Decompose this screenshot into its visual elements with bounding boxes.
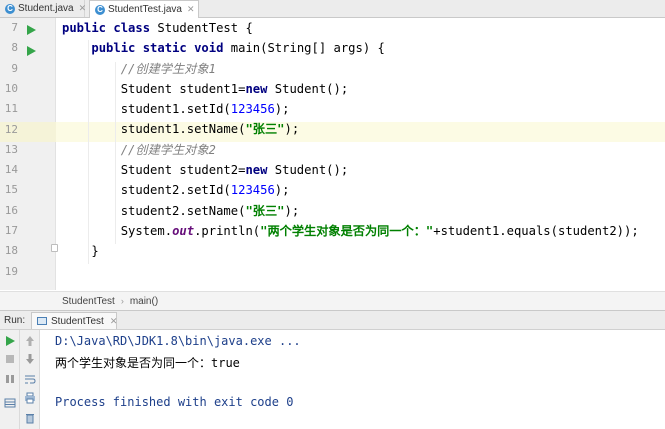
breadcrumb-method[interactable]: main() bbox=[130, 296, 158, 307]
fold-icon[interactable] bbox=[51, 244, 58, 252]
line-number: 12 bbox=[4, 122, 18, 136]
code-token: new bbox=[245, 81, 275, 96]
code-token: 123456 bbox=[230, 102, 275, 117]
run-tab-label: StudentTest bbox=[51, 315, 104, 327]
java-class-icon: C bbox=[95, 4, 105, 15]
code-token: Student student1= bbox=[62, 81, 246, 96]
java-class-icon: C bbox=[5, 3, 15, 14]
line-number: 7 bbox=[11, 21, 18, 34]
code-token: public static void bbox=[91, 41, 231, 56]
close-icon[interactable]: ✕ bbox=[187, 4, 195, 15]
line-number: 15 bbox=[4, 183, 18, 197]
code-token: ); bbox=[284, 122, 300, 137]
run-label: Run: bbox=[4, 315, 26, 326]
code-token: student2.setId( bbox=[62, 183, 231, 198]
code-line[interactable]: } bbox=[62, 241, 639, 261]
delete-icon[interactable] bbox=[24, 412, 36, 424]
breadcrumb-class[interactable]: StudentTest bbox=[62, 296, 115, 307]
layout-icon[interactable] bbox=[4, 397, 16, 409]
code-token: student1.setName( bbox=[62, 122, 246, 137]
code-token: StudentTest { bbox=[157, 21, 253, 35]
code-line[interactable]: public class StudentTest { bbox=[62, 18, 639, 38]
tab-student-java[interactable]: C Student.java ✕ bbox=[0, 0, 87, 17]
line-number: 19 bbox=[4, 264, 18, 278]
run-toolbar-primary bbox=[0, 330, 20, 429]
code-token: ); bbox=[274, 102, 290, 117]
code-token: } bbox=[62, 244, 99, 259]
code-line[interactable]: student1.setId(123456); bbox=[62, 99, 639, 119]
code-token: .println( bbox=[194, 223, 261, 238]
code-line[interactable]: System.out.println("两个学生对象是否为同一个："+stude… bbox=[62, 221, 639, 241]
line-number: 14 bbox=[4, 163, 18, 177]
line-number: 9 bbox=[11, 61, 18, 75]
code-line[interactable] bbox=[62, 262, 639, 282]
code-line[interactable]: student1.setName("张三"); bbox=[62, 119, 639, 139]
stop-icon[interactable] bbox=[4, 353, 16, 365]
code-token: Student(); bbox=[274, 81, 349, 96]
line-number: 8 bbox=[11, 41, 18, 55]
code-editor[interactable]: 7 8 9 10 11 12 13 14 15 16 17 18 19 public class Stu… bbox=[0, 18, 665, 290]
code-token: out bbox=[172, 223, 195, 238]
scroll-up-icon[interactable] bbox=[24, 335, 36, 347]
code-token: //创建学生对象2 bbox=[120, 142, 216, 157]
code-line[interactable]: //创建学生对象2 bbox=[62, 140, 639, 160]
close-icon[interactable]: ✕ bbox=[79, 3, 87, 14]
code-token: student1.setId( bbox=[62, 102, 231, 117]
code-token: "张三" bbox=[245, 203, 285, 218]
code-token: main(String[] args) { bbox=[230, 41, 385, 56]
console-icon bbox=[37, 317, 47, 325]
code-token: "两个学生对象是否为同一个：" bbox=[260, 223, 434, 238]
code-line[interactable]: public static void main(String[] args) { bbox=[62, 38, 639, 58]
soft-wrap-icon[interactable] bbox=[24, 373, 36, 385]
code-token: public class bbox=[62, 21, 158, 35]
run-tool-window-header: Run: StudentTest ✕ bbox=[0, 310, 665, 330]
code-line[interactable]: Student student1=new Student(); bbox=[62, 79, 639, 99]
console-command-line[interactable]: D:\Java\RD\JDK1.8\bin\java.exe ... bbox=[55, 334, 301, 348]
code-token: student2.setName( bbox=[62, 203, 246, 218]
code-line[interactable]: Student student2=new Student(); bbox=[62, 160, 639, 180]
run-icon[interactable] bbox=[27, 46, 36, 56]
code-token: "张三" bbox=[245, 122, 285, 137]
pause-icon[interactable] bbox=[4, 373, 16, 385]
breadcrumb: StudentTest › main() bbox=[0, 291, 665, 310]
run-toolbar-secondary bbox=[20, 330, 40, 429]
code-token: +student1.equals(student2)); bbox=[433, 223, 639, 238]
run-icon[interactable] bbox=[27, 25, 36, 35]
tab-label: StudentTest.java bbox=[108, 4, 182, 15]
console-finished-line: Process finished with exit code 0 bbox=[55, 395, 294, 409]
code-content[interactable]: public class StudentTest { public static… bbox=[62, 18, 639, 282]
run-tab[interactable]: StudentTest ✕ bbox=[31, 312, 117, 329]
code-line[interactable]: student2.setId(123456); bbox=[62, 180, 639, 200]
line-number: 10 bbox=[4, 81, 18, 95]
console-output[interactable]: D:\Java\RD\JDK1.8\bin\java.exe ... 两个学生对… bbox=[41, 330, 665, 429]
code-token: Student student2= bbox=[62, 163, 246, 178]
code-line[interactable]: student2.setName("张三"); bbox=[62, 201, 639, 221]
line-number: 11 bbox=[4, 102, 18, 116]
code-token: System. bbox=[62, 223, 173, 238]
code-token: 123456 bbox=[230, 183, 275, 198]
tab-studenttest-java[interactable]: C StudentTest.java ✕ bbox=[89, 0, 199, 18]
close-icon[interactable]: ✕ bbox=[110, 316, 118, 327]
code-token: new bbox=[245, 163, 275, 178]
print-icon[interactable] bbox=[24, 392, 36, 404]
chevron-right-icon: › bbox=[120, 296, 124, 306]
code-token: //创建学生对象1 bbox=[120, 61, 216, 76]
line-number: 13 bbox=[4, 142, 18, 156]
editor-tab-bar: C Student.java ✕ C StudentTest.java ✕ bbox=[0, 0, 665, 18]
scroll-down-icon[interactable] bbox=[24, 353, 36, 365]
code-token: ); bbox=[274, 183, 290, 198]
code-token: ); bbox=[284, 203, 300, 218]
code-token: Student(); bbox=[274, 163, 349, 178]
line-number: 17 bbox=[4, 224, 18, 237]
rerun-icon[interactable] bbox=[4, 335, 16, 347]
line-number: 18 bbox=[4, 244, 18, 258]
code-line[interactable]: //创建学生对象1 bbox=[62, 59, 639, 79]
line-number: 16 bbox=[4, 203, 18, 217]
console-output-line: 两个学生对象是否为同一个：true bbox=[55, 356, 240, 370]
tab-label: Student.java bbox=[18, 3, 74, 14]
